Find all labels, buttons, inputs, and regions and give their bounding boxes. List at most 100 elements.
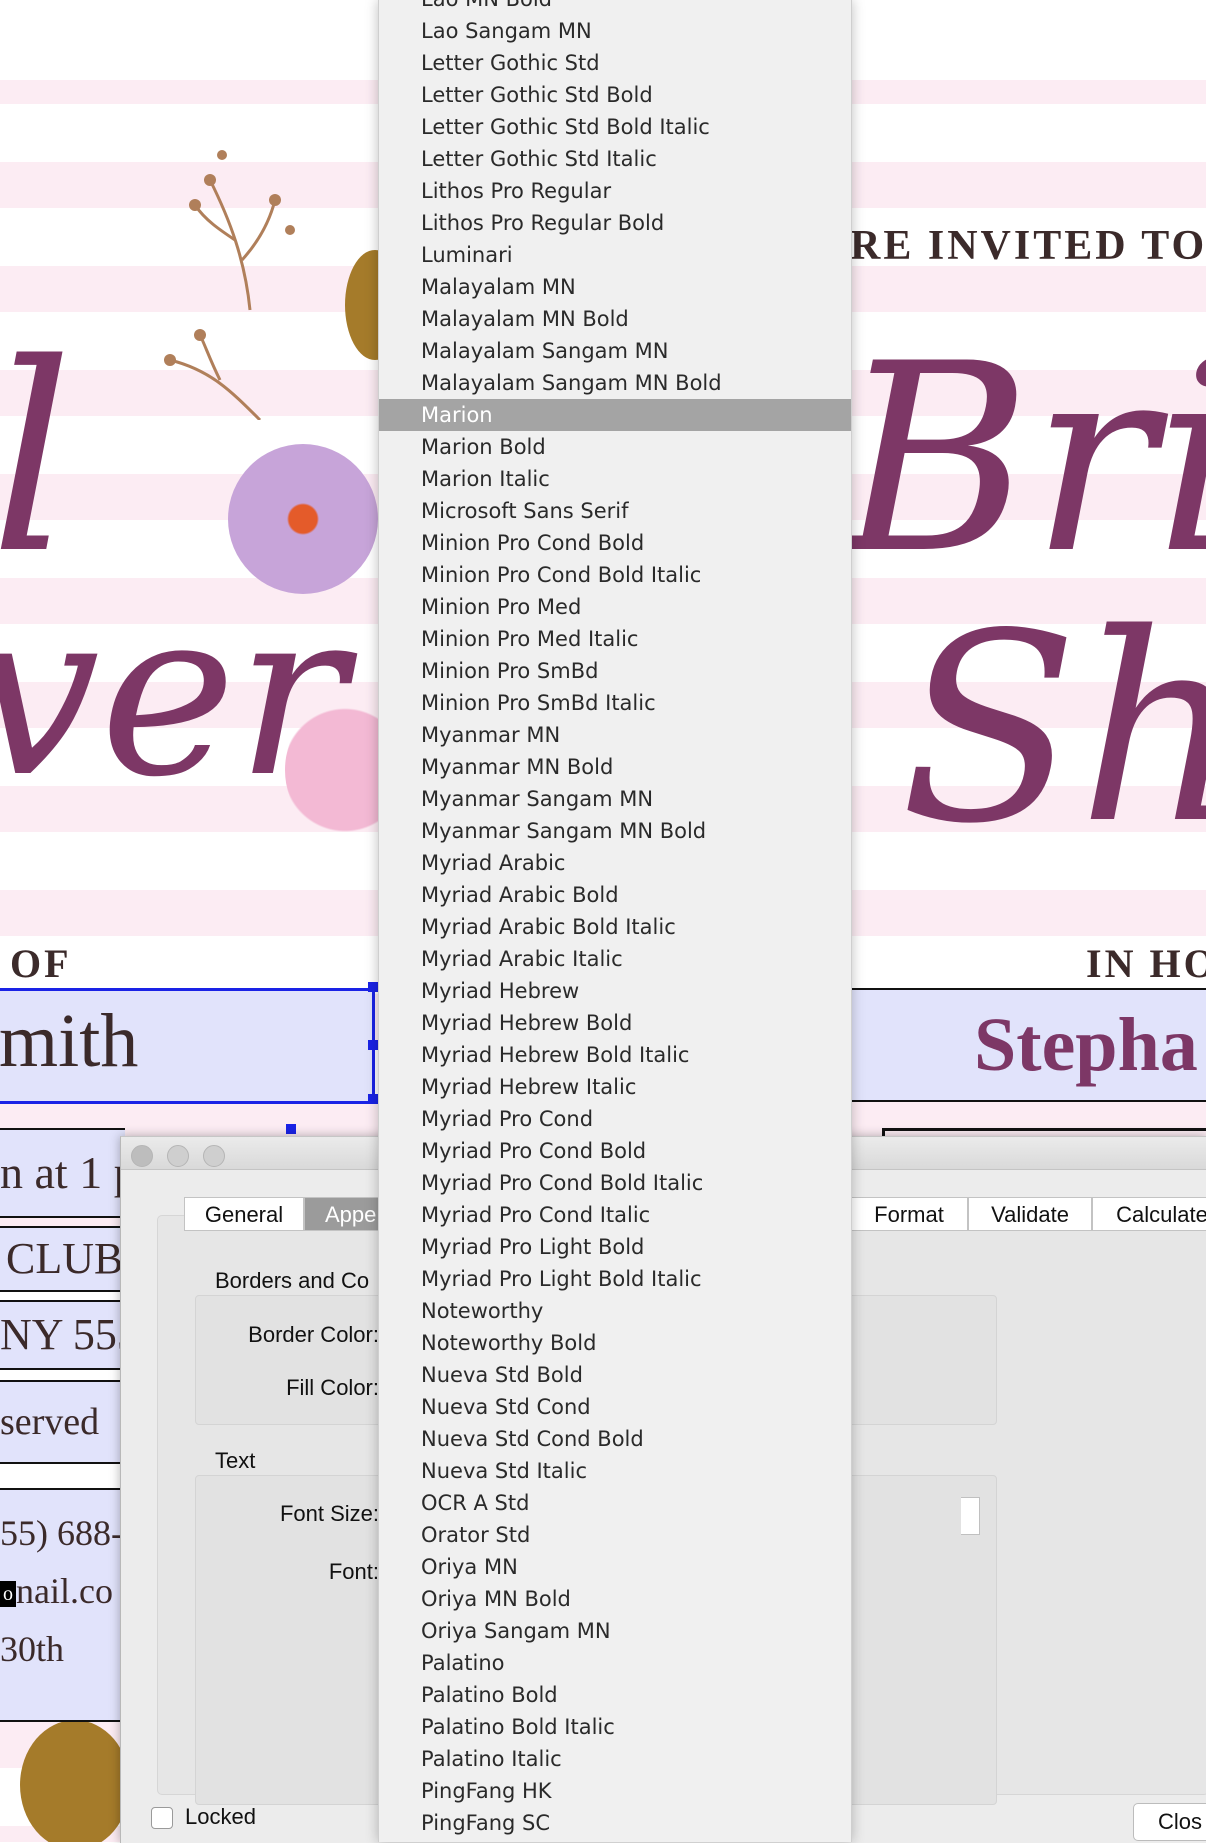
tab-general[interactable]: General bbox=[184, 1197, 304, 1231]
tab-calculate[interactable]: Calculate bbox=[1092, 1197, 1206, 1231]
tab-format[interactable]: Format bbox=[850, 1197, 968, 1231]
time-field-text: n at 1 p bbox=[0, 1147, 125, 1198]
font-menu-item[interactable]: PingFang HK bbox=[379, 1775, 851, 1807]
date-text: 30th bbox=[0, 1629, 65, 1669]
font-menu-item[interactable]: Noteworthy bbox=[379, 1295, 851, 1327]
font-menu-item[interactable]: Nueva Std Cond Bold bbox=[379, 1423, 851, 1455]
font-menu-item[interactable]: Myriad Arabic Italic bbox=[379, 943, 851, 975]
font-menu-item[interactable]: Nueva Std Cond bbox=[379, 1391, 851, 1423]
font-menu-item[interactable]: Letter Gothic Std bbox=[379, 47, 851, 79]
address-field[interactable]: NY 555 bbox=[0, 1300, 125, 1370]
font-menu-item[interactable]: Myriad Arabic bbox=[379, 847, 851, 879]
in-honor-label: IN HO bbox=[1086, 941, 1206, 986]
rsvp-field[interactable]: served bbox=[0, 1380, 125, 1464]
window-minimize-button[interactable] bbox=[167, 1145, 189, 1167]
script-letter-left-top: l bbox=[0, 330, 73, 590]
address-field-text: NY 555 bbox=[0, 1310, 125, 1359]
font-menu-item[interactable]: Marion Bold bbox=[379, 431, 851, 463]
font-menu-item[interactable]: Minion Pro Cond Bold Italic bbox=[379, 559, 851, 591]
font-menu-item[interactable]: Palatino Italic bbox=[379, 1743, 851, 1775]
font-menu-item[interactable]: Palatino Bold bbox=[379, 1679, 851, 1711]
script-title-right-top: Brid bbox=[840, 309, 1206, 611]
font-menu-item[interactable]: Myriad Arabic Bold bbox=[379, 879, 851, 911]
time-field[interactable]: n at 1 p bbox=[0, 1128, 125, 1218]
font-menu-list: Lao MN BoldLao Sangam MNLetter Gothic St… bbox=[379, 0, 851, 1839]
font-menu-item[interactable]: Palatino Bold Italic bbox=[379, 1711, 851, 1743]
font-menu-item[interactable]: Myanmar MN bbox=[379, 719, 851, 751]
font-menu-item[interactable]: Myriad Hebrew Bold bbox=[379, 1007, 851, 1039]
font-menu-item[interactable]: Myriad Hebrew bbox=[379, 975, 851, 1007]
locked-label: Locked bbox=[185, 1804, 256, 1829]
script-letter-left-bottom: ver bbox=[0, 561, 346, 828]
font-menu-item[interactable]: Minion Pro Med Italic bbox=[379, 623, 851, 655]
font-menu-item[interactable]: Myriad Pro Cond Bold bbox=[379, 1135, 851, 1167]
font-menu-item[interactable]: Oriya Sangam MN bbox=[379, 1615, 851, 1647]
font-menu-item[interactable]: Letter Gothic Std Italic bbox=[379, 143, 851, 175]
font-menu-item[interactable]: Letter Gothic Std Bold bbox=[379, 79, 851, 111]
name-field-left-selected[interactable]: mith bbox=[0, 988, 375, 1104]
font-dropdown-menu[interactable]: Lao MN BoldLao Sangam MNLetter Gothic St… bbox=[378, 0, 852, 1842]
font-menu-item[interactable]: Orator Std bbox=[379, 1519, 851, 1551]
of-label: OF bbox=[10, 941, 72, 986]
font-menu-item[interactable]: Myriad Hebrew Bold Italic bbox=[379, 1039, 851, 1071]
font-menu-item[interactable]: Myriad Arabic Bold Italic bbox=[379, 911, 851, 943]
font-menu-item-selected[interactable]: Marion bbox=[379, 399, 851, 431]
email-partial-text: nail.co bbox=[16, 1571, 113, 1611]
venue-field[interactable]: CLUB bbox=[0, 1226, 131, 1292]
font-menu-item[interactable]: Malayalam MN Bold bbox=[379, 303, 851, 335]
font-menu-item[interactable]: Nueva Std Italic bbox=[379, 1455, 851, 1487]
window-close-button[interactable] bbox=[131, 1145, 153, 1167]
font-menu-item[interactable]: Minion Pro SmBd Italic bbox=[379, 687, 851, 719]
selection-handle[interactable] bbox=[368, 982, 378, 992]
name-field-left-text: mith bbox=[0, 999, 139, 1083]
font-menu-item[interactable]: Myriad Hebrew Italic bbox=[379, 1071, 851, 1103]
fill-color-label: Fill Color: bbox=[286, 1375, 379, 1400]
name-field-right[interactable]: Stepha bbox=[850, 988, 1206, 1102]
phone-text: 55) 688- bbox=[0, 1513, 123, 1553]
contact-field[interactable]: 55) 688- onail.co 30th bbox=[0, 1488, 125, 1722]
font-menu-item[interactable]: Palatino bbox=[379, 1647, 851, 1679]
name-field-right-text: Stepha bbox=[974, 1003, 1198, 1087]
font-menu-item[interactable]: Malayalam Sangam MN bbox=[379, 335, 851, 367]
font-menu-item[interactable]: Lao MN Bold bbox=[379, 0, 851, 15]
email-marker: o bbox=[0, 1581, 16, 1608]
font-menu-item[interactable]: Myriad Pro Cond bbox=[379, 1103, 851, 1135]
font-menu-item[interactable]: Myriad Pro Light Bold Italic bbox=[379, 1263, 851, 1295]
text-group-label: Text bbox=[215, 1448, 256, 1473]
font-menu-item[interactable]: Myanmar MN Bold bbox=[379, 751, 851, 783]
font-menu-item[interactable]: Minion Pro Cond Bold bbox=[379, 527, 851, 559]
font-size-input-edge[interactable] bbox=[961, 1497, 980, 1535]
locked-checkbox[interactable] bbox=[151, 1807, 173, 1829]
font-menu-item[interactable]: Myanmar Sangam MN Bold bbox=[379, 815, 851, 847]
font-menu-item[interactable]: Minion Pro SmBd bbox=[379, 655, 851, 687]
selection-handle[interactable] bbox=[286, 1124, 296, 1134]
twig-decoration-icon bbox=[164, 150, 295, 420]
font-menu-item[interactable]: Minion Pro Med bbox=[379, 591, 851, 623]
font-menu-item[interactable]: Letter Gothic Std Bold Italic bbox=[379, 111, 851, 143]
font-menu-item[interactable]: Myriad Pro Cond Bold Italic bbox=[379, 1167, 851, 1199]
font-menu-item[interactable]: Lithos Pro Regular Bold bbox=[379, 207, 851, 239]
font-menu-item[interactable]: Lao Sangam MN bbox=[379, 15, 851, 47]
font-menu-item[interactable]: Myanmar Sangam MN bbox=[379, 783, 851, 815]
font-menu-item[interactable]: Lithos Pro Regular bbox=[379, 175, 851, 207]
font-menu-item[interactable]: Oriya MN bbox=[379, 1551, 851, 1583]
font-menu-item[interactable]: PingFang SC bbox=[379, 1807, 851, 1839]
selection-handle[interactable] bbox=[368, 1094, 378, 1104]
font-menu-item[interactable]: Oriya MN Bold bbox=[379, 1583, 851, 1615]
tab-validate[interactable]: Validate bbox=[968, 1197, 1092, 1231]
font-menu-item[interactable]: Nueva Std Bold bbox=[379, 1359, 851, 1391]
font-menu-item[interactable]: Microsoft Sans Serif bbox=[379, 495, 851, 527]
font-menu-item[interactable]: Noteworthy Bold bbox=[379, 1327, 851, 1359]
font-menu-item[interactable]: Myriad Pro Cond Italic bbox=[379, 1199, 851, 1231]
email-text: onail.co bbox=[0, 1570, 113, 1612]
font-menu-item[interactable]: OCR A Std bbox=[379, 1487, 851, 1519]
selection-handle[interactable] bbox=[368, 1040, 378, 1050]
close-button[interactable]: Clos bbox=[1133, 1803, 1206, 1841]
font-label: Font: bbox=[328, 1559, 379, 1584]
font-menu-item[interactable]: Luminari bbox=[379, 239, 851, 271]
font-menu-item[interactable]: Marion Italic bbox=[379, 463, 851, 495]
font-menu-item[interactable]: Malayalam MN bbox=[379, 271, 851, 303]
window-zoom-button[interactable] bbox=[203, 1145, 225, 1167]
font-menu-item[interactable]: Myriad Pro Light Bold bbox=[379, 1231, 851, 1263]
font-menu-item[interactable]: Malayalam Sangam MN Bold bbox=[379, 367, 851, 399]
